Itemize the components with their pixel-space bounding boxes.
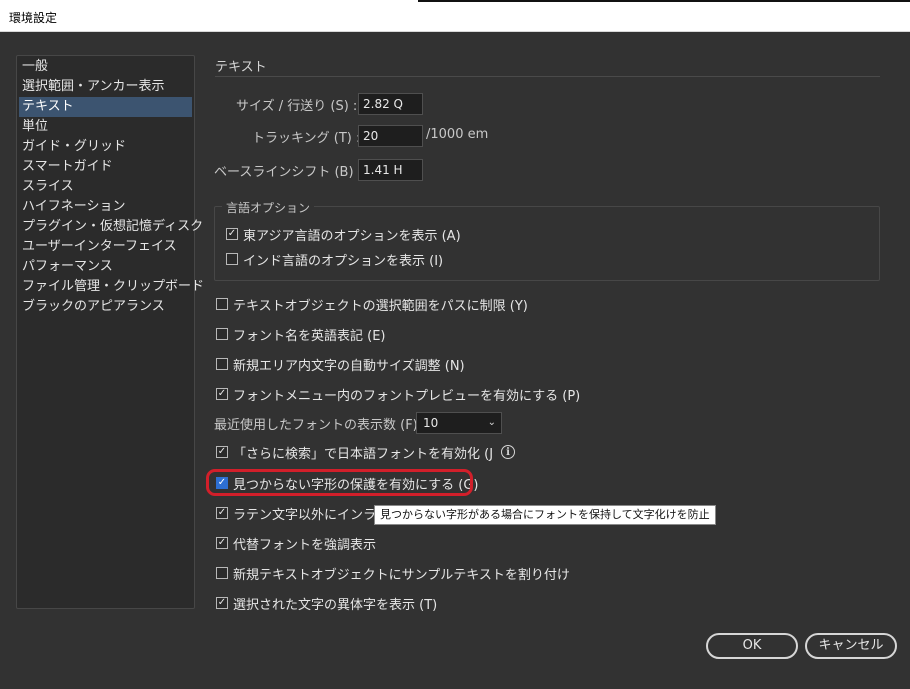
title-bar-edge: [418, 0, 910, 2]
auto-size-label: 新規エリア内文字の自動サイズ調整 (N): [233, 358, 465, 374]
limit-selection-checkbox[interactable]: [216, 298, 228, 310]
inline-input-label: ラテン文字以外にインライ: [233, 507, 390, 523]
sample-text-checkbox[interactable]: [216, 567, 228, 579]
sidebar-item-units[interactable]: 単位: [17, 117, 194, 137]
english-font-names-checkbox[interactable]: [216, 328, 228, 340]
title-bar: 環境設定: [0, 0, 910, 32]
window-title: 環境設定: [9, 11, 58, 25]
tracking-label: トラッキング (T) :: [252, 131, 361, 146]
sidebar-item-selection-anchor[interactable]: 選択範囲・アンカー表示: [17, 77, 194, 97]
ok-button[interactable]: OK: [706, 633, 798, 659]
section-divider: [215, 76, 880, 77]
baseline-shift-input[interactable]: 1.41 H: [358, 159, 423, 181]
indic-checkbox[interactable]: [226, 253, 238, 265]
font-preview-label: フォントメニュー内のフォントプレビューを有効にする (P): [233, 388, 581, 404]
highlight-substituted-label: 代替フォントを強調表示: [233, 537, 377, 553]
japanese-font-search-option[interactable]: ✓ 「さらに検索」で日本語フォントを有効化 (J i: [216, 443, 516, 462]
sidebar-item-hyphenation[interactable]: ハイフネーション: [17, 197, 194, 217]
japanese-font-search-checkbox[interactable]: ✓: [216, 446, 228, 458]
sidebar-item-smart-guides[interactable]: スマートガイド: [17, 157, 194, 177]
sidebar-item-performance[interactable]: パフォーマンス: [17, 257, 194, 277]
east-asian-checkbox[interactable]: ✓: [226, 228, 238, 240]
language-options-group: [214, 206, 880, 281]
english-font-names-label: フォント名を英語表記 (E): [233, 328, 386, 344]
inline-input-checkbox[interactable]: ✓: [216, 507, 228, 519]
missing-glyph-highlight: [206, 469, 473, 496]
tracking-unit: /1000 em: [426, 127, 489, 142]
indic-options-option[interactable]: インド言語のオプションを表示 (I): [226, 250, 444, 269]
indic-label: インド言語のオプションを表示 (I): [243, 253, 444, 269]
english-font-names-option[interactable]: フォント名を英語表記 (E): [216, 325, 386, 344]
sample-text-option[interactable]: 新規テキストオブジェクトにサンプルテキストを割り付け: [216, 564, 570, 583]
east-asian-label: 東アジア言語のオプションを表示 (A): [243, 228, 461, 244]
info-icon[interactable]: i: [501, 445, 516, 459]
size-leading-label: サイズ / 行送り (S) :: [236, 99, 358, 114]
recent-fonts-select[interactable]: 10 ⌄: [416, 412, 502, 434]
recent-fonts-value: 10: [423, 416, 439, 430]
auto-size-option[interactable]: 新規エリア内文字の自動サイズ調整 (N): [216, 355, 465, 374]
chevron-down-icon: ⌄: [487, 417, 496, 428]
show-variants-option[interactable]: ✓ 選択された文字の異体字を表示 (T): [216, 594, 438, 613]
missing-glyph-tooltip: 見つからない字形がある場合にフォントを保持して文字化けを防止: [374, 505, 716, 525]
japanese-font-search-label: 「さらに検索」で日本語フォントを有効化 (J: [233, 446, 494, 462]
cancel-button[interactable]: キャンセル: [805, 633, 897, 659]
recent-fonts-label: 最近使用したフォントの表示数 (F) :: [214, 418, 427, 433]
sample-text-label: 新規テキストオブジェクトにサンプルテキストを割り付け: [233, 567, 570, 583]
show-variants-label: 選択された文字の異体字を表示 (T): [233, 597, 438, 613]
font-preview-checkbox[interactable]: ✓: [216, 388, 228, 400]
sidebar-item-user-interface[interactable]: ユーザーインターフェイス: [17, 237, 194, 257]
highlight-substituted-checkbox[interactable]: ✓: [216, 537, 228, 549]
show-variants-checkbox[interactable]: ✓: [216, 597, 228, 609]
language-options-title: 言語オプション: [222, 199, 315, 216]
sidebar-item-general[interactable]: 一般: [17, 57, 194, 77]
section-title: テキスト: [215, 60, 267, 75]
font-preview-option[interactable]: ✓ フォントメニュー内のフォントプレビューを有効にする (P): [216, 385, 581, 404]
east-asian-options-option[interactable]: ✓ 東アジア言語のオプションを表示 (A): [226, 225, 461, 244]
baseline-shift-label: ベースラインシフト (B) :: [214, 165, 363, 180]
auto-size-checkbox[interactable]: [216, 358, 228, 370]
sidebar-item-plugins-scratch[interactable]: プラグイン・仮想記憶ディスク: [17, 217, 203, 237]
sidebar-item-file-handling[interactable]: ファイル管理・クリップボード: [17, 277, 204, 297]
sidebar-item-text[interactable]: テキスト: [19, 97, 192, 117]
tracking-input[interactable]: 20: [358, 125, 423, 147]
sidebar-item-guides-grid[interactable]: ガイド・グリッド: [17, 137, 194, 157]
limit-selection-label: テキストオブジェクトの選択範囲をパスに制限 (Y): [233, 298, 528, 314]
size-leading-input[interactable]: 2.82 Q: [358, 93, 423, 115]
highlight-substituted-option[interactable]: ✓ 代替フォントを強調表示: [216, 534, 377, 553]
preferences-sidebar: 一般 選択範囲・アンカー表示 テキスト 単位 ガイド・グリッド スマートガイド …: [16, 55, 204, 609]
sidebar-item-slices[interactable]: スライス: [17, 177, 194, 197]
limit-selection-option[interactable]: テキストオブジェクトの選択範囲をパスに制限 (Y): [216, 295, 528, 314]
sidebar-item-black-appearance[interactable]: ブラックのアピアランス: [17, 297, 194, 317]
inline-input-option[interactable]: ✓ ラテン文字以外にインライ: [216, 504, 390, 523]
